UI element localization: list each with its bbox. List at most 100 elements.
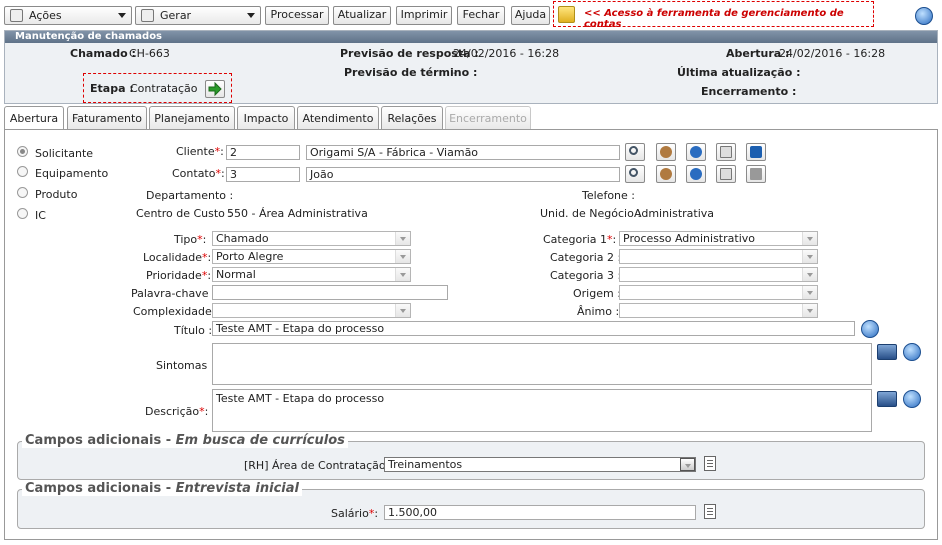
complexidade-select[interactable] xyxy=(212,303,411,318)
radio-equipamento[interactable] xyxy=(17,166,28,177)
cliente-name-input[interactable]: Origami S/A - Fábrica - Viamão xyxy=(306,145,620,160)
account-tool-callout: << Acesso à ferramenta de gerenciamento … xyxy=(553,1,874,30)
chevron-down-icon xyxy=(802,268,817,281)
radio-produto[interactable] xyxy=(17,187,28,198)
chevron-down-icon xyxy=(247,13,255,18)
abertura-value: 24/02/2016 - 16:28 xyxy=(779,47,886,60)
campos-adicionais-entrevista-legend: Campos adicionais - Entrevista inicial xyxy=(22,481,302,496)
area-contratacao-doc-icon[interactable] xyxy=(704,456,716,471)
encerramento-label: Encerramento : xyxy=(701,85,797,98)
prioridade-select[interactable]: Normal xyxy=(212,267,411,282)
acoes-label: Ações xyxy=(29,9,62,22)
chevron-down-icon xyxy=(118,13,126,18)
sintomas-book-icon[interactable] xyxy=(877,344,897,360)
imprimir-button[interactable]: Imprimir xyxy=(396,6,452,25)
origem-label: Origem : xyxy=(573,287,621,300)
contact-notes-button[interactable] xyxy=(716,165,736,183)
contato-code-input[interactable]: 3 xyxy=(226,167,300,182)
person-icon xyxy=(660,168,672,180)
tab-atendimento[interactable]: Atendimento xyxy=(297,106,379,130)
chevron-down-icon xyxy=(802,304,817,317)
radio-equipamento-label: Equipamento xyxy=(35,167,109,180)
sintomas-textarea[interactable] xyxy=(212,343,872,385)
titulo-label: Título : xyxy=(174,324,213,337)
cliente-code-input[interactable]: 2 xyxy=(226,145,300,160)
tab-planejamento[interactable]: Planejamento xyxy=(149,106,235,130)
fechar-button[interactable]: Fechar xyxy=(457,6,505,25)
tipo-label: Tipo*: xyxy=(174,233,207,246)
cat1-select[interactable]: Processo Administrativo xyxy=(619,231,818,246)
arrow-right-icon xyxy=(208,81,222,97)
contact-tools-button[interactable] xyxy=(746,165,766,183)
localidade-label: Localidade*: xyxy=(143,251,212,264)
area-contratacao-label: [RH] Área de Contratação : xyxy=(244,459,393,472)
search-icon xyxy=(629,168,638,177)
centro-label: Centro de Custo : xyxy=(136,207,233,220)
chevron-down-icon xyxy=(395,250,410,263)
localidade-select[interactable]: Porto Alegre xyxy=(212,249,411,264)
radio-produto-label: Produto xyxy=(35,188,78,201)
tab-impacto[interactable]: Impacto xyxy=(237,106,295,130)
client-person-button[interactable] xyxy=(656,143,676,161)
gerar-dropdown[interactable]: Gerar xyxy=(135,6,261,25)
cat2-label: Categoria 2 : xyxy=(550,251,622,264)
gerar-label: Gerar xyxy=(160,9,192,22)
cat2-select[interactable] xyxy=(619,249,818,264)
unid-value: Administrativa xyxy=(634,207,715,220)
atualizar-button[interactable]: Atualizar xyxy=(333,6,391,25)
contato-name-input[interactable]: João xyxy=(306,167,620,182)
complexidade-label: Complexidade : xyxy=(133,305,219,318)
descricao-book-icon[interactable] xyxy=(877,391,897,407)
tab-faturamento[interactable]: Faturamento xyxy=(67,106,147,130)
titulo-translate-icon[interactable] xyxy=(861,320,879,338)
unid-label: Unid. de Negócio : xyxy=(540,207,642,220)
titulo-input[interactable]: Teste AMT - Etapa do processo xyxy=(212,321,855,336)
search-client-button[interactable] xyxy=(625,143,645,161)
help-globe-icon[interactable] xyxy=(915,7,933,25)
account-tool-note: << Acesso à ferramenta de gerenciamento … xyxy=(584,8,844,30)
notes-icon xyxy=(720,168,732,180)
processar-button[interactable]: Processar xyxy=(265,6,329,25)
prev-term-label: Previsão de término : xyxy=(344,66,478,79)
client-finance-button[interactable] xyxy=(746,143,766,161)
radio-solicitante[interactable] xyxy=(17,146,28,157)
palavra-input[interactable] xyxy=(212,285,448,300)
client-notes-button[interactable] xyxy=(716,143,736,161)
sintomas-translate-icon[interactable] xyxy=(903,343,921,361)
contato-label: Contato*: xyxy=(172,167,225,180)
descricao-translate-icon[interactable] xyxy=(903,390,921,408)
search-contact-button[interactable] xyxy=(625,165,645,183)
descricao-label: Descrição*: xyxy=(145,405,209,418)
chevron-down-icon xyxy=(802,232,817,245)
advance-stage-button[interactable] xyxy=(205,80,225,98)
prev-resp-value: 24/02/2016 - 16:28 xyxy=(453,47,560,60)
salario-input[interactable]: 1.500,00 xyxy=(384,505,696,520)
client-info-button[interactable] xyxy=(686,143,706,161)
chevron-down-icon xyxy=(395,268,410,281)
tab-relacoes[interactable]: Relações xyxy=(381,106,443,130)
cat3-label: Categoria 3 : xyxy=(550,269,622,282)
chevron-down-icon xyxy=(680,458,695,471)
acoes-dropdown[interactable]: Ações xyxy=(4,6,132,25)
contact-info-button[interactable] xyxy=(686,165,706,183)
dollar-icon xyxy=(750,146,762,158)
tab-abertura[interactable]: Abertura xyxy=(4,106,64,131)
tab-encerramento: Encerramento xyxy=(445,106,531,130)
etapa-label: Etapa : xyxy=(90,82,134,95)
contact-person-button[interactable] xyxy=(656,165,676,183)
area-contratacao-select[interactable]: Treinamentos xyxy=(384,457,696,472)
radio-ic[interactable] xyxy=(17,208,28,219)
salario-label: Salário*: xyxy=(331,507,379,520)
descricao-textarea[interactable]: Teste AMT - Etapa do processo xyxy=(212,389,872,432)
key-icon[interactable] xyxy=(558,6,575,23)
ajuda-button[interactable]: Ajuda xyxy=(511,6,550,25)
prioridade-label: Prioridade*: xyxy=(146,269,212,282)
origem-select[interactable] xyxy=(619,285,818,300)
info-icon xyxy=(690,146,702,158)
radio-ic-label: IC xyxy=(35,209,46,222)
cat3-select[interactable] xyxy=(619,267,818,282)
actions-icon xyxy=(10,9,23,22)
animo-select[interactable] xyxy=(619,303,818,318)
tipo-select[interactable]: Chamado xyxy=(212,231,411,246)
salario-doc-icon[interactable] xyxy=(704,504,716,519)
